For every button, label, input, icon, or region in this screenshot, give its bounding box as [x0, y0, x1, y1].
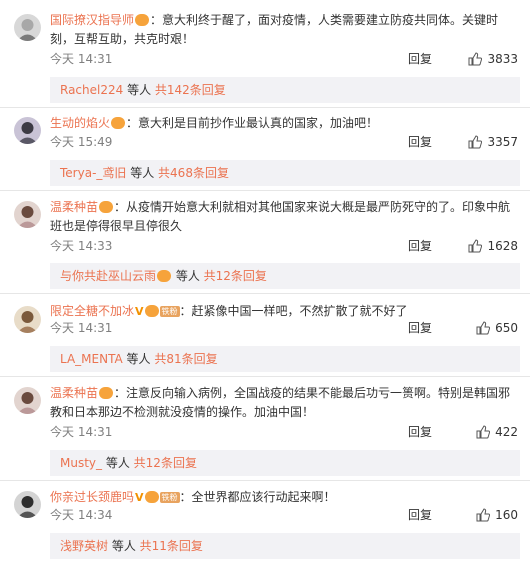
- thumbs-up-icon: [468, 239, 483, 253]
- divider: [0, 376, 530, 377]
- comment-username[interactable]: 限定全糖不加冰: [50, 304, 134, 318]
- vip-crown-icon: [144, 305, 159, 317]
- comment-content: ：注意反向输入病例，全国战疫的结果不能最后功亏一篑啊。特别是韩国邪教和日本那边不…: [50, 386, 511, 419]
- avatar[interactable]: [14, 201, 41, 228]
- comment-time: 今天 14:31: [50, 321, 113, 335]
- sub-reply-user[interactable]: Rachel224: [60, 83, 123, 97]
- comment-meta: 今天 14:33 回复 1628: [50, 237, 518, 255]
- comment-content: ：全世界都应该行动起来啊！: [179, 490, 336, 504]
- reply-button[interactable]: 回复: [408, 237, 432, 255]
- comment-username[interactable]: 温柔种苗: [50, 200, 98, 214]
- thumbs-up-icon: [476, 508, 491, 522]
- sub-reply-user[interactable]: 浅野英树: [60, 539, 108, 553]
- sub-replies[interactable]: Terya-_鸢旧 等人 共468条回复: [50, 160, 520, 186]
- thumbs-up-icon: [476, 321, 491, 335]
- fan-badge: 铁粉: [159, 492, 180, 503]
- sub-reply-count[interactable]: 共468条回复: [158, 166, 229, 180]
- like-count: 160: [495, 508, 518, 522]
- vip-crown-icon: [144, 491, 159, 503]
- comment-meta: 今天 14:34 回复 160: [50, 506, 518, 524]
- comment-username[interactable]: 生动的焰火: [50, 116, 110, 130]
- comment-meta: 今天 14:31 回复 422: [50, 423, 518, 441]
- sub-reply-mid: 等人: [122, 352, 155, 366]
- avatar[interactable]: [14, 306, 41, 333]
- sub-reply-mid: 等人: [126, 166, 159, 180]
- comment-meta: 今天 14:31 回复 3833: [50, 50, 518, 68]
- comment-content: ：意大利是目前抄作业最认真的国家，加油吧！: [126, 116, 379, 130]
- divider: [0, 107, 530, 108]
- divider: [0, 190, 530, 191]
- sub-reply-mid: 等人: [108, 539, 140, 553]
- reply-button[interactable]: 回复: [408, 423, 432, 441]
- sub-reply-count[interactable]: 共81条回复: [154, 352, 217, 366]
- like-count: 422: [495, 425, 518, 439]
- like-button[interactable]: 1628: [468, 237, 518, 255]
- sub-reply-mid: 等人: [123, 83, 155, 97]
- sub-reply-count[interactable]: 共11条回复: [140, 539, 203, 553]
- divider: [0, 480, 530, 481]
- comment-meta: 今天 15:49 回复 3357: [50, 133, 518, 151]
- reply-button[interactable]: 回复: [408, 319, 432, 337]
- like-count: 3833: [487, 52, 518, 66]
- reply-button[interactable]: 回复: [408, 133, 432, 151]
- comment-text: 温柔种苗 ：注意反向输入病例，全国战疫的结果不能最后功亏一篑啊。特别是韩国邪教和日…: [50, 384, 520, 422]
- comment-time: 今天 14:33: [50, 239, 113, 253]
- comment-meta: 今天 14:31 回复 650: [50, 319, 518, 337]
- thumbs-up-icon: [468, 52, 483, 66]
- comment-username[interactable]: 温柔种苗: [50, 386, 98, 400]
- like-button[interactable]: 3833: [468, 50, 518, 68]
- like-count: 650: [495, 321, 518, 335]
- comment-username[interactable]: 国际撩汉指导师: [50, 13, 134, 27]
- like-button[interactable]: 3357: [468, 133, 518, 151]
- like-count: 3357: [487, 135, 518, 149]
- like-button[interactable]: 422: [476, 423, 518, 441]
- comment-username[interactable]: 你亲过长颈鹿吗: [50, 490, 134, 504]
- comment-time: 今天 15:49: [50, 135, 113, 149]
- sub-replies[interactable]: 浅野英树 等人 共11条回复: [50, 533, 520, 559]
- avatar[interactable]: [14, 387, 41, 414]
- sub-reply-count[interactable]: 共12条回复: [134, 456, 197, 470]
- sub-reply-user[interactable]: 与你共赴巫山云雨: [60, 269, 156, 283]
- comment-time: 今天 14:31: [50, 52, 113, 66]
- avatar[interactable]: [14, 14, 41, 41]
- sub-reply-count[interactable]: 共142条回复: [155, 83, 226, 97]
- vip-crown-icon: [135, 14, 150, 26]
- like-count: 1628: [487, 239, 518, 253]
- sub-replies[interactable]: Rachel224 等人 共142条回复: [50, 77, 520, 103]
- comment-content: ：赶紧像中国一样吧，不然扩散了就不好了: [179, 304, 408, 318]
- thumbs-up-icon: [468, 135, 483, 149]
- divider: [0, 293, 530, 294]
- verified-v-icon: V: [135, 491, 144, 504]
- like-button[interactable]: 160: [476, 506, 518, 524]
- sub-reply-mid: 等人: [172, 269, 204, 283]
- sub-reply-user[interactable]: Terya-_鸢旧: [60, 166, 126, 180]
- vip-crown-icon: [111, 117, 126, 129]
- sub-reply-mid: 等人: [102, 456, 134, 470]
- comment-text: 你亲过长颈鹿吗V 铁粉 ：全世界都应该行动起来啊！: [50, 488, 520, 507]
- comment-content: ：从疫情开始意大利就相对其他国家来说大概是最严防死守的了。印象中航班也是停得很早…: [50, 200, 511, 233]
- reply-button[interactable]: 回复: [408, 506, 432, 524]
- thumbs-up-icon: [476, 425, 491, 439]
- sub-reply-count[interactable]: 共12条回复: [204, 269, 267, 283]
- sub-replies[interactable]: 与你共赴巫山云雨 等人 共12条回复: [50, 263, 520, 289]
- sub-replies[interactable]: Musty_ 等人 共12条回复: [50, 450, 520, 476]
- comment-text: 国际撩汉指导师 ：意大利终于醒了，面对疫情，人类需要建立防疫共同体。关键时刻，互帮…: [50, 11, 520, 49]
- like-button[interactable]: 650: [476, 319, 518, 337]
- sub-reply-user[interactable]: LA_MENTA: [60, 352, 123, 366]
- sub-reply-user[interactable]: Musty_: [60, 456, 102, 470]
- sub-replies[interactable]: LA_MENTA 等人 共81条回复: [50, 346, 520, 372]
- fan-badge: 铁粉: [159, 306, 180, 317]
- vip-crown-icon: [99, 201, 114, 213]
- comment-time: 今天 14:31: [50, 425, 113, 439]
- vip-crown-icon: [157, 270, 172, 282]
- reply-button[interactable]: 回复: [408, 50, 432, 68]
- comment-text: 生动的焰火 ：意大利是目前抄作业最认真的国家，加油吧！: [50, 114, 520, 133]
- comment-text: 温柔种苗 ：从疫情开始意大利就相对其他国家来说大概是最严防死守的了。印象中航班也是…: [50, 198, 520, 236]
- avatar[interactable]: [14, 491, 41, 518]
- comment-time: 今天 14:34: [50, 508, 113, 522]
- avatar[interactable]: [14, 117, 41, 144]
- vip-crown-icon: [99, 387, 114, 399]
